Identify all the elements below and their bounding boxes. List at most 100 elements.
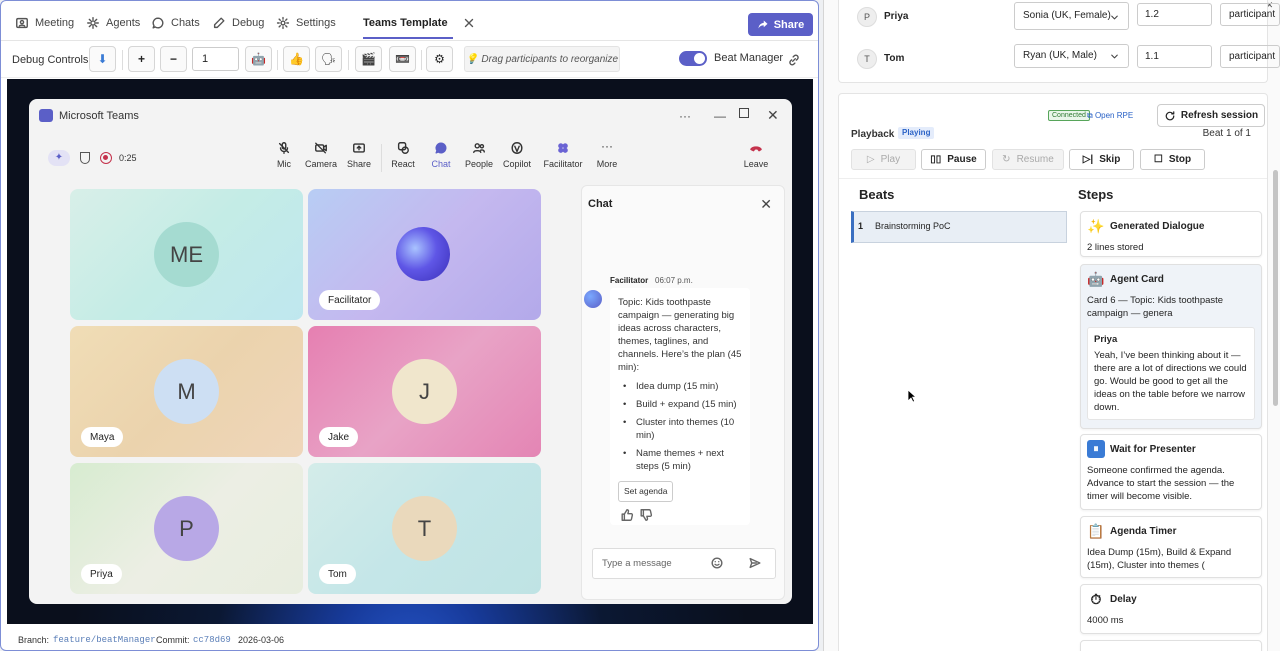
tab-debug[interactable]: Debug (212, 15, 264, 31)
rate-input[interactable]: 1.1 (1137, 45, 1212, 68)
skip-button[interactable]: ▷| Skip (1069, 149, 1134, 170)
step-card[interactable]: ⏸ Wait for Presenter Someone confirmed th… (1080, 434, 1262, 510)
step-body: Idea Dump (15m), Build & Expand (15m), C… (1087, 547, 1232, 571)
share-button[interactable]: Share (748, 13, 813, 36)
thumbs-up-button[interactable]: 👍 (283, 46, 310, 72)
dialogue-preview: Priya Yeah, I’ve been thinking about it … (1087, 327, 1255, 420)
chat-label: Chat (431, 159, 451, 169)
bulb-icon: 💡 (465, 53, 479, 65)
play-button[interactable]: ▷ Play (851, 149, 916, 170)
share-icon (757, 19, 769, 31)
resume-icon: ↻ (1002, 154, 1011, 165)
react-button[interactable]: React (383, 141, 423, 169)
avatar: ME (154, 222, 219, 287)
step-card[interactable] (1080, 640, 1262, 651)
refresh-session-button[interactable]: Refresh session (1157, 104, 1265, 127)
chat-close-icon[interactable]: ✕ (760, 196, 772, 213)
emoji-icon[interactable] (710, 556, 724, 570)
play-icon: ▷ (866, 154, 875, 165)
avatar-initials: M (177, 378, 196, 404)
more-button[interactable]: ··· More (587, 140, 627, 169)
shield-icon (80, 152, 90, 164)
more-options-icon[interactable]: ··· (679, 109, 691, 123)
open-rpe-link[interactable]: ⧉ Open RPE (1087, 111, 1133, 121)
voice-select[interactable]: Sonia (UK, Female) (1014, 2, 1129, 30)
tab-settings[interactable]: Settings (276, 15, 336, 31)
participant-tile[interactable]: Facilitator (308, 189, 541, 320)
divider (348, 50, 349, 70)
send-icon[interactable] (748, 556, 762, 570)
pause-button[interactable]: ▯▯ Pause (921, 149, 986, 170)
close-icon[interactable] (462, 16, 476, 30)
drag-hint: 💡 Drag participants to reorganize (464, 46, 620, 72)
step-input[interactable]: 1 (192, 47, 239, 71)
film-button[interactable]: 📼 (389, 46, 416, 72)
tab-chats[interactable]: Chats (151, 15, 200, 31)
toolbar-divider (381, 144, 382, 172)
debug-controls-label: Debug Controls: (12, 54, 92, 66)
step-card[interactable]: 📋 Agenda Timer Idea Dump (15m), Build & E… (1080, 516, 1262, 578)
tab-label: Chats (171, 17, 200, 29)
thumbs-down-icon[interactable] (639, 508, 653, 522)
avatar-initials: ME (170, 241, 203, 267)
participant-tile[interactable]: T Tom (308, 463, 541, 594)
copilot-button[interactable]: Copilot (497, 141, 537, 169)
name-tag: Jake (319, 427, 359, 447)
plus-icon: + (137, 52, 145, 66)
window-close-icon[interactable]: ✕ (767, 107, 779, 124)
download-button[interactable]: ⬇ (89, 46, 116, 72)
participant-tile[interactable]: ME (70, 189, 303, 320)
divider (421, 50, 422, 70)
role-input[interactable]: participant (1220, 45, 1280, 68)
voice-select[interactable]: Ryan (UK, Male) (1014, 44, 1129, 68)
step-card[interactable]: 🤖 Agent Card Card 6 — Topic: Kids toothpa… (1080, 264, 1262, 429)
steps-heading: Steps (1078, 187, 1114, 202)
speak-button[interactable]: 🗣 (315, 46, 342, 72)
share-screen-button[interactable]: Share (339, 141, 379, 169)
copilot-badge-icon[interactable]: ✦ (48, 150, 70, 166)
leave-button[interactable]: Leave (736, 141, 776, 169)
participant-tile[interactable]: J Jake (308, 326, 541, 457)
tab-teams-template[interactable]: Teams Template (363, 15, 476, 31)
link-icon[interactable] (787, 53, 801, 67)
camera-button[interactable]: Camera (301, 141, 341, 169)
people-button[interactable]: People (459, 141, 499, 169)
mic-button[interactable]: Mic (264, 141, 304, 169)
speaker-name: Priya (1094, 334, 1118, 345)
facilitator-button[interactable]: Facilitator (541, 141, 585, 169)
participant-settings: P Priya Sonia (UK, Female) 1.2 participa… (838, 0, 1280, 83)
beat-number: 1 (858, 221, 864, 231)
chevron-down-icon (1109, 51, 1120, 62)
rate-input[interactable]: 1.2 (1137, 3, 1212, 26)
role-input[interactable]: participant (1220, 3, 1280, 26)
maximize-icon[interactable] (739, 108, 749, 118)
tab-meeting[interactable]: Meeting (15, 15, 74, 31)
debug-icon (212, 16, 226, 30)
participant-tile[interactable]: M Maya (70, 326, 303, 457)
chat-button[interactable]: Chat (421, 141, 461, 169)
increment-button[interactable]: + (128, 46, 155, 72)
thumbs-up-icon[interactable] (620, 508, 634, 522)
beat-manager-toggle[interactable] (679, 51, 707, 66)
set-agenda-button[interactable]: Set agenda (618, 481, 674, 502)
settings-button[interactable]: ⚙ (426, 46, 453, 72)
beat-item[interactable]: 1 Brainstorming PoC (851, 211, 1067, 243)
tab-label: Teams Template (363, 17, 448, 29)
scrollbar[interactable] (1273, 170, 1278, 406)
tab-agents[interactable]: Agents (86, 15, 140, 31)
phone-hangup-icon (736, 141, 776, 155)
resume-button[interactable]: ↻ Resume (992, 149, 1064, 170)
step-card[interactable]: ✨ Generated Dialogue 2 lines stored (1080, 211, 1262, 257)
voice-value: Sonia (UK, Female) (1023, 10, 1111, 21)
avatar: J (392, 359, 457, 424)
voice-value: Ryan (UK, Male) (1023, 50, 1097, 61)
step-card[interactable]: ⏱ Delay 4000 ms (1080, 584, 1262, 634)
chat-panel: Chat ✕ Facilitator 06:07 p.m. Topic: Kid… (581, 185, 785, 600)
clapper-button[interactable]: 🎬 (355, 46, 382, 72)
bot-button[interactable]: 🤖 (245, 46, 272, 72)
name-tag: Tom (319, 564, 356, 584)
minimize-icon[interactable]: — (714, 109, 726, 123)
participant-tile[interactable]: P Priya (70, 463, 303, 594)
decrement-button[interactable]: − (160, 46, 187, 72)
stop-button[interactable]: ☐ Stop (1140, 149, 1205, 170)
